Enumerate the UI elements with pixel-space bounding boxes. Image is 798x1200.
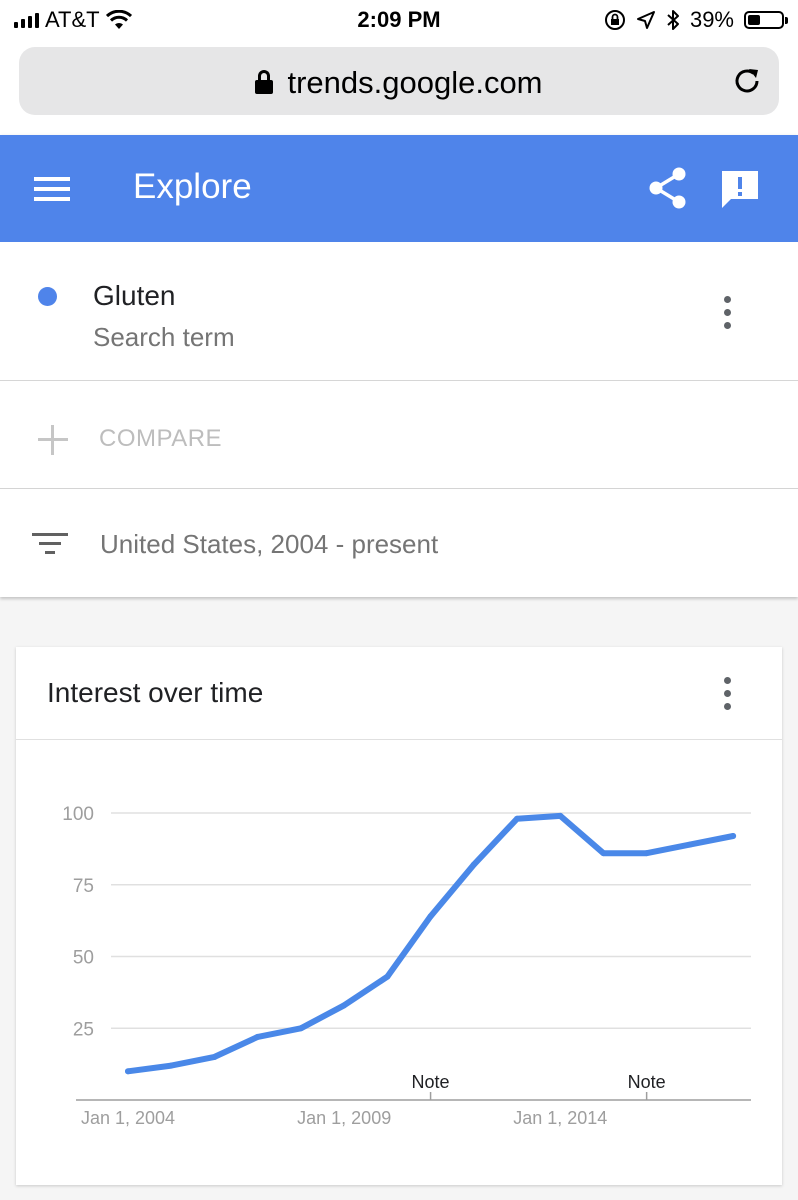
data-point (384, 973, 391, 980)
y-tick-label: 50 (73, 948, 94, 969)
interest-chart[interactable]: 25 50 75 100 Jan 1, 2004 Jan 1, 2009 Jan 1, 20… (16, 647, 782, 1185)
data-point (427, 913, 434, 920)
address-bar[interactable]: trends.google.com (19, 47, 779, 115)
address-text-row[interactable]: trends.google.com (19, 65, 779, 101)
orientation-lock-icon (604, 10, 625, 30)
data-point (297, 1025, 304, 1032)
bluetooth-icon (667, 10, 679, 30)
app-bar: Explore (0, 135, 798, 242)
page-title: Explore (133, 167, 252, 206)
x-tick-label: Jan 1, 2004 (81, 1108, 175, 1128)
browser-chrome: trends.google.com (0, 40, 798, 135)
compare-button[interactable]: COMPARE (99, 425, 222, 453)
filter-row[interactable]: United States, 2004 - present (0, 489, 798, 597)
data-point (125, 1068, 131, 1075)
url-text[interactable]: trends.google.com (287, 65, 542, 100)
compare-row[interactable]: COMPARE (0, 381, 798, 489)
hamburger-menu-icon[interactable] (34, 175, 72, 203)
term-color-dot (38, 287, 57, 306)
data-point (254, 1033, 261, 1040)
y-tick-label: 75 (73, 876, 94, 897)
data-point (211, 1053, 218, 1060)
term-more-icon[interactable] (722, 296, 732, 332)
series-line-gluten (125, 812, 737, 1075)
data-point (557, 812, 564, 819)
filter-icon[interactable] (32, 531, 68, 557)
search-term-card[interactable]: Gluten Search term (0, 242, 798, 381)
data-point (686, 841, 693, 848)
status-bar: AT&T 2:09 PM 39% (0, 0, 798, 40)
data-point (470, 861, 477, 868)
y-tick-label: 25 (73, 1019, 94, 1040)
add-icon[interactable] (38, 425, 68, 455)
lock-icon (255, 69, 274, 94)
note-label[interactable]: Note (412, 1072, 450, 1092)
data-point (730, 832, 737, 839)
data-point (514, 815, 521, 822)
x-tick-label: Jan 1, 2014 (513, 1108, 607, 1128)
term-type: Search term (93, 322, 235, 352)
reload-icon[interactable] (729, 63, 765, 99)
share-icon[interactable] (645, 165, 691, 211)
status-right: 39% (604, 7, 788, 33)
filter-summary[interactable]: United States, 2004 - present (100, 529, 438, 560)
y-tick-label: 100 (62, 804, 94, 825)
data-point (168, 1062, 175, 1069)
location-icon (636, 11, 655, 29)
data-point (600, 850, 607, 857)
data-point (643, 850, 650, 857)
note-label[interactable]: Note (628, 1072, 666, 1092)
battery-icon (744, 11, 788, 29)
battery-percent: 39% (689, 7, 734, 32)
interest-over-time-card: Interest over time 25 50 75 100 Jan 1, 2004 J… (16, 647, 782, 1185)
data-point (341, 1002, 348, 1009)
x-tick-label: Jan 1, 2009 (297, 1108, 391, 1128)
feedback-icon[interactable] (718, 167, 762, 211)
term-name[interactable]: Gluten (93, 280, 176, 312)
